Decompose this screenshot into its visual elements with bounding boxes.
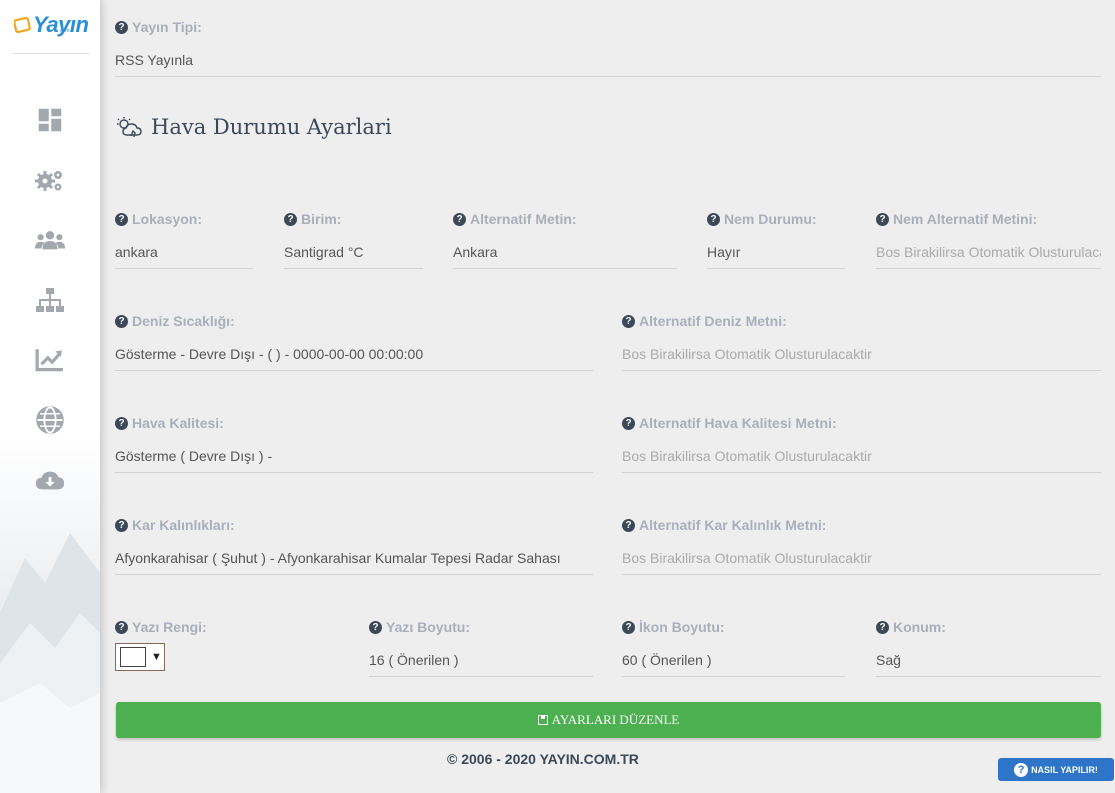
sidebar-item-users[interactable] — [0, 210, 100, 270]
color-swatch — [120, 647, 146, 667]
sidebar-nav — [0, 90, 100, 510]
logo-text: Yayın — [33, 12, 89, 37]
question-icon: ? — [876, 620, 889, 634]
humidity-label: ? Nem Durumu: — [707, 211, 817, 227]
icon-size-label: ? İkon Boyutu: — [622, 619, 725, 635]
cloud-download-icon — [35, 471, 65, 490]
location-label: ? Lokasyon: — [115, 211, 202, 227]
sea-temp-select[interactable]: Gösterme - Devre Dışı - ( ) - 0000-00-00… — [115, 337, 593, 371]
icon-size-select[interactable]: 60 ( Önerilen ) — [622, 643, 845, 677]
question-icon: ? — [707, 212, 720, 226]
globe-icon — [36, 406, 64, 434]
logo-mark-icon — [14, 16, 31, 34]
text-color-picker[interactable]: ▼ — [115, 643, 165, 671]
sidebar-item-settings[interactable] — [0, 150, 100, 210]
position-label: ? Konum: — [876, 619, 946, 635]
sidebar-divider — [12, 53, 90, 54]
sitemap-icon — [36, 288, 64, 312]
question-icon: ? — [622, 416, 635, 430]
sidebar-item-dashboard[interactable] — [0, 90, 100, 150]
save-icon — [537, 715, 548, 725]
question-icon: ? — [115, 620, 128, 634]
settings-icon — [35, 171, 62, 191]
question-icon: ? — [115, 518, 128, 532]
question-icon: ? — [115, 20, 128, 34]
location-field[interactable]: ankara — [115, 235, 253, 269]
alt-text-field[interactable]: Ankara — [453, 235, 677, 269]
publish-type-field[interactable]: RSS Yayınla — [115, 43, 1101, 77]
weather-cloud-icon — [117, 117, 142, 138]
sidebar: Yayın com.tr — [0, 0, 100, 793]
save-settings-button[interactable]: AYARLARI DÜZENLE — [116, 702, 1101, 738]
snow-alt-field[interactable]: Bos Birakilirsa Otomatik Olusturulacakti… — [622, 541, 1101, 575]
question-icon: ? — [453, 212, 466, 226]
section-title: Hava Durumu Ayarlari — [115, 115, 392, 139]
question-icon: ? — [622, 620, 635, 634]
users-icon — [35, 231, 65, 250]
main-content: ? Yayın Tipi: RSS Yayınla Hava Durumu Aya… — [100, 0, 1115, 793]
question-icon: ? — [1014, 762, 1029, 777]
chart-icon — [35, 349, 63, 372]
how-to-button[interactable]: ? NASIL YAPILIR! — [998, 758, 1114, 781]
question-icon: ? — [115, 416, 128, 430]
logo-subtext: com.tr — [60, 28, 74, 34]
question-icon: ? — [622, 314, 635, 328]
question-icon: ? — [876, 212, 889, 226]
question-icon: ? — [284, 212, 297, 226]
air-quality-select[interactable]: Gösterme ( Devre Dışı ) - — [115, 439, 593, 473]
position-select[interactable]: Sağ — [876, 643, 1101, 677]
air-quality-alt-label: ? Alternatif Hava Kalitesi Metni: — [622, 415, 837, 431]
font-size-label: ? Yazı Boyutu: — [369, 619, 470, 635]
publish-type-label: ? Yayın Tipi: — [115, 19, 202, 35]
question-icon: ? — [622, 518, 635, 532]
snow-alt-label: ? Alternatif Kar Kalınlık Metni: — [622, 517, 826, 533]
sea-temp-label: ? Deniz Sıcaklığı: — [115, 313, 235, 329]
dashboard-icon — [38, 108, 62, 132]
unit-select[interactable]: Santigrad °C — [284, 235, 423, 269]
mountain-background-image — [0, 533, 100, 793]
sidebar-item-statistics[interactable] — [0, 330, 100, 390]
alt-text-label: ? Alternatif Metin: — [453, 211, 577, 227]
question-icon: ? — [115, 314, 128, 328]
unit-label: ? Birim: — [284, 211, 341, 227]
sidebar-item-web[interactable] — [0, 390, 100, 450]
sea-alt-field[interactable]: Bos Birakilirsa Otomatik Olusturulacakti… — [622, 337, 1101, 371]
text-color-label: ? Yazı Rengi: — [115, 619, 207, 635]
question-icon: ? — [115, 212, 128, 226]
snow-depth-select[interactable]: Afyonkarahisar ( Şuhut ) - Afyonkarahisa… — [115, 541, 593, 575]
brand-logo[interactable]: Yayın — [14, 8, 89, 38]
sidebar-item-sitemap[interactable] — [0, 270, 100, 330]
caret-down-icon: ▼ — [151, 651, 162, 663]
footer-copyright: © 2006 - 2020 YAYIN.COM.TR — [447, 751, 639, 767]
snow-depth-label: ? Kar Kalınlıkları: — [115, 517, 235, 533]
air-quality-alt-field[interactable]: Bos Birakilirsa Otomatik Olusturulacakti… — [622, 439, 1101, 473]
question-icon: ? — [369, 620, 382, 634]
humidity-select[interactable]: Hayır — [707, 235, 845, 269]
humidity-alt-field[interactable]: Bos Birakilirsa Otomatik Olusturulacakti… — [876, 235, 1101, 269]
sidebar-item-download[interactable] — [0, 450, 100, 510]
air-quality-label: ? Hava Kalitesi: — [115, 415, 224, 431]
font-size-select[interactable]: 16 ( Önerilen ) — [369, 643, 593, 677]
humidity-alt-label: ? Nem Alternatif Metini: — [876, 211, 1037, 227]
sea-alt-label: ? Alternatif Deniz Metni: — [622, 313, 787, 329]
